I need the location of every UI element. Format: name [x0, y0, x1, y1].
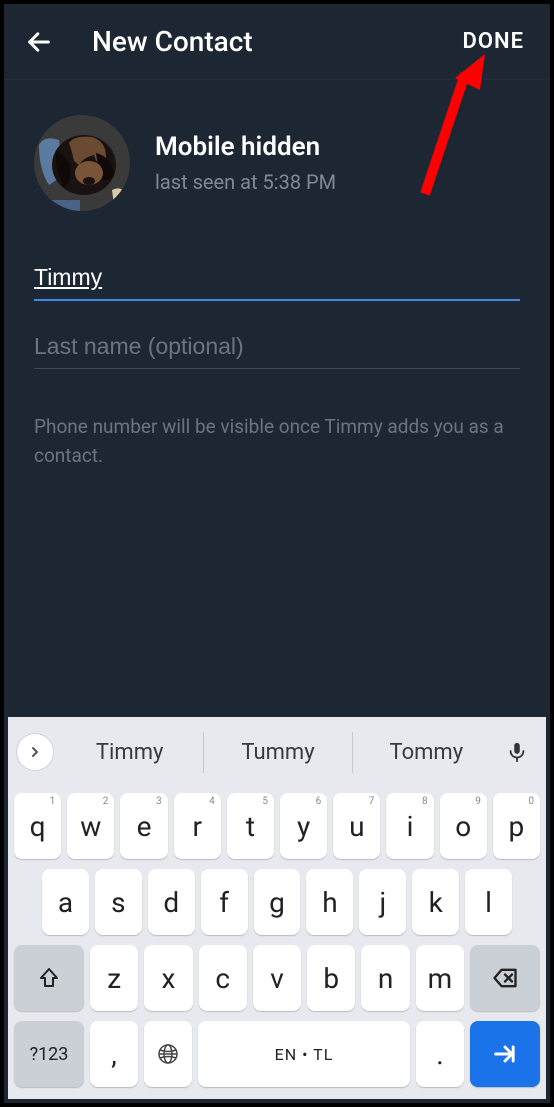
period-key[interactable]: . — [416, 1021, 464, 1087]
key-v[interactable]: v — [253, 945, 301, 1011]
page-title: New Contact — [92, 25, 457, 58]
keyboard: Timmy Tummy Tommy q1 w2 e3 r4 t5 y6 u7 — [8, 717, 546, 1099]
visibility-note: Phone number will be visible once Timmy … — [34, 413, 520, 470]
suggestion-3[interactable]: Tommy — [353, 732, 500, 773]
key-i[interactable]: i8 — [386, 793, 433, 859]
done-button[interactable]: DONE — [457, 29, 530, 54]
key-d[interactable]: d — [148, 869, 195, 935]
key-row-2: a s d f g h j k l — [14, 869, 540, 935]
profile-section: Mobile hidden last seen at 5:38 PM — [34, 115, 520, 211]
key-row-1: q1 w2 e3 r4 t5 y6 u7 i8 o9 p0 — [14, 793, 540, 859]
suggestion-2[interactable]: Tummy — [203, 732, 352, 773]
key-o[interactable]: o9 — [440, 793, 487, 859]
enter-key[interactable] — [470, 1021, 540, 1087]
backspace-key[interactable] — [470, 945, 540, 1011]
comma-key[interactable]: , — [90, 1021, 138, 1087]
key-f[interactable]: f — [201, 869, 248, 935]
back-button[interactable] — [24, 27, 54, 57]
key-row-4: ?123 , EN • TL . — [14, 1021, 540, 1087]
header: New Contact DONE — [4, 4, 550, 80]
key-j[interactable]: j — [359, 869, 406, 935]
mic-button[interactable] — [502, 737, 532, 767]
key-l[interactable]: l — [465, 869, 512, 935]
first-name-input-wrapper[interactable] — [34, 256, 520, 325]
space-key[interactable]: EN • TL — [198, 1021, 410, 1087]
first-name-input[interactable] — [34, 256, 520, 301]
key-r[interactable]: r4 — [174, 793, 221, 859]
key-a[interactable]: a — [42, 869, 89, 935]
key-row-3: z x c v b n m — [14, 945, 540, 1011]
key-k[interactable]: k — [412, 869, 459, 935]
key-q[interactable]: q1 — [14, 793, 61, 859]
key-x[interactable]: x — [144, 945, 192, 1011]
key-e[interactable]: e3 — [120, 793, 167, 859]
key-h[interactable]: h — [306, 869, 353, 935]
contact-display-name: Mobile hidden — [155, 132, 336, 162]
key-m[interactable]: m — [416, 945, 464, 1011]
key-c[interactable]: c — [199, 945, 247, 1011]
last-name-input[interactable] — [34, 325, 520, 369]
contact-status: last seen at 5:38 PM — [155, 170, 336, 194]
key-u[interactable]: u7 — [333, 793, 380, 859]
key-y[interactable]: y6 — [280, 793, 327, 859]
shift-key[interactable] — [14, 945, 84, 1011]
suggestion-1[interactable]: Timmy — [56, 732, 203, 773]
key-g[interactable]: g — [254, 869, 301, 935]
numeric-key[interactable]: ?123 — [14, 1021, 84, 1087]
key-t[interactable]: t5 — [227, 793, 274, 859]
language-key[interactable] — [144, 1021, 192, 1087]
key-w[interactable]: w2 — [67, 793, 114, 859]
key-p[interactable]: p0 — [493, 793, 540, 859]
key-b[interactable]: b — [307, 945, 355, 1011]
key-z[interactable]: z — [90, 945, 138, 1011]
avatar[interactable] — [34, 115, 130, 211]
key-s[interactable]: s — [95, 869, 142, 935]
expand-suggestions-button[interactable] — [16, 733, 54, 771]
key-n[interactable]: n — [361, 945, 409, 1011]
